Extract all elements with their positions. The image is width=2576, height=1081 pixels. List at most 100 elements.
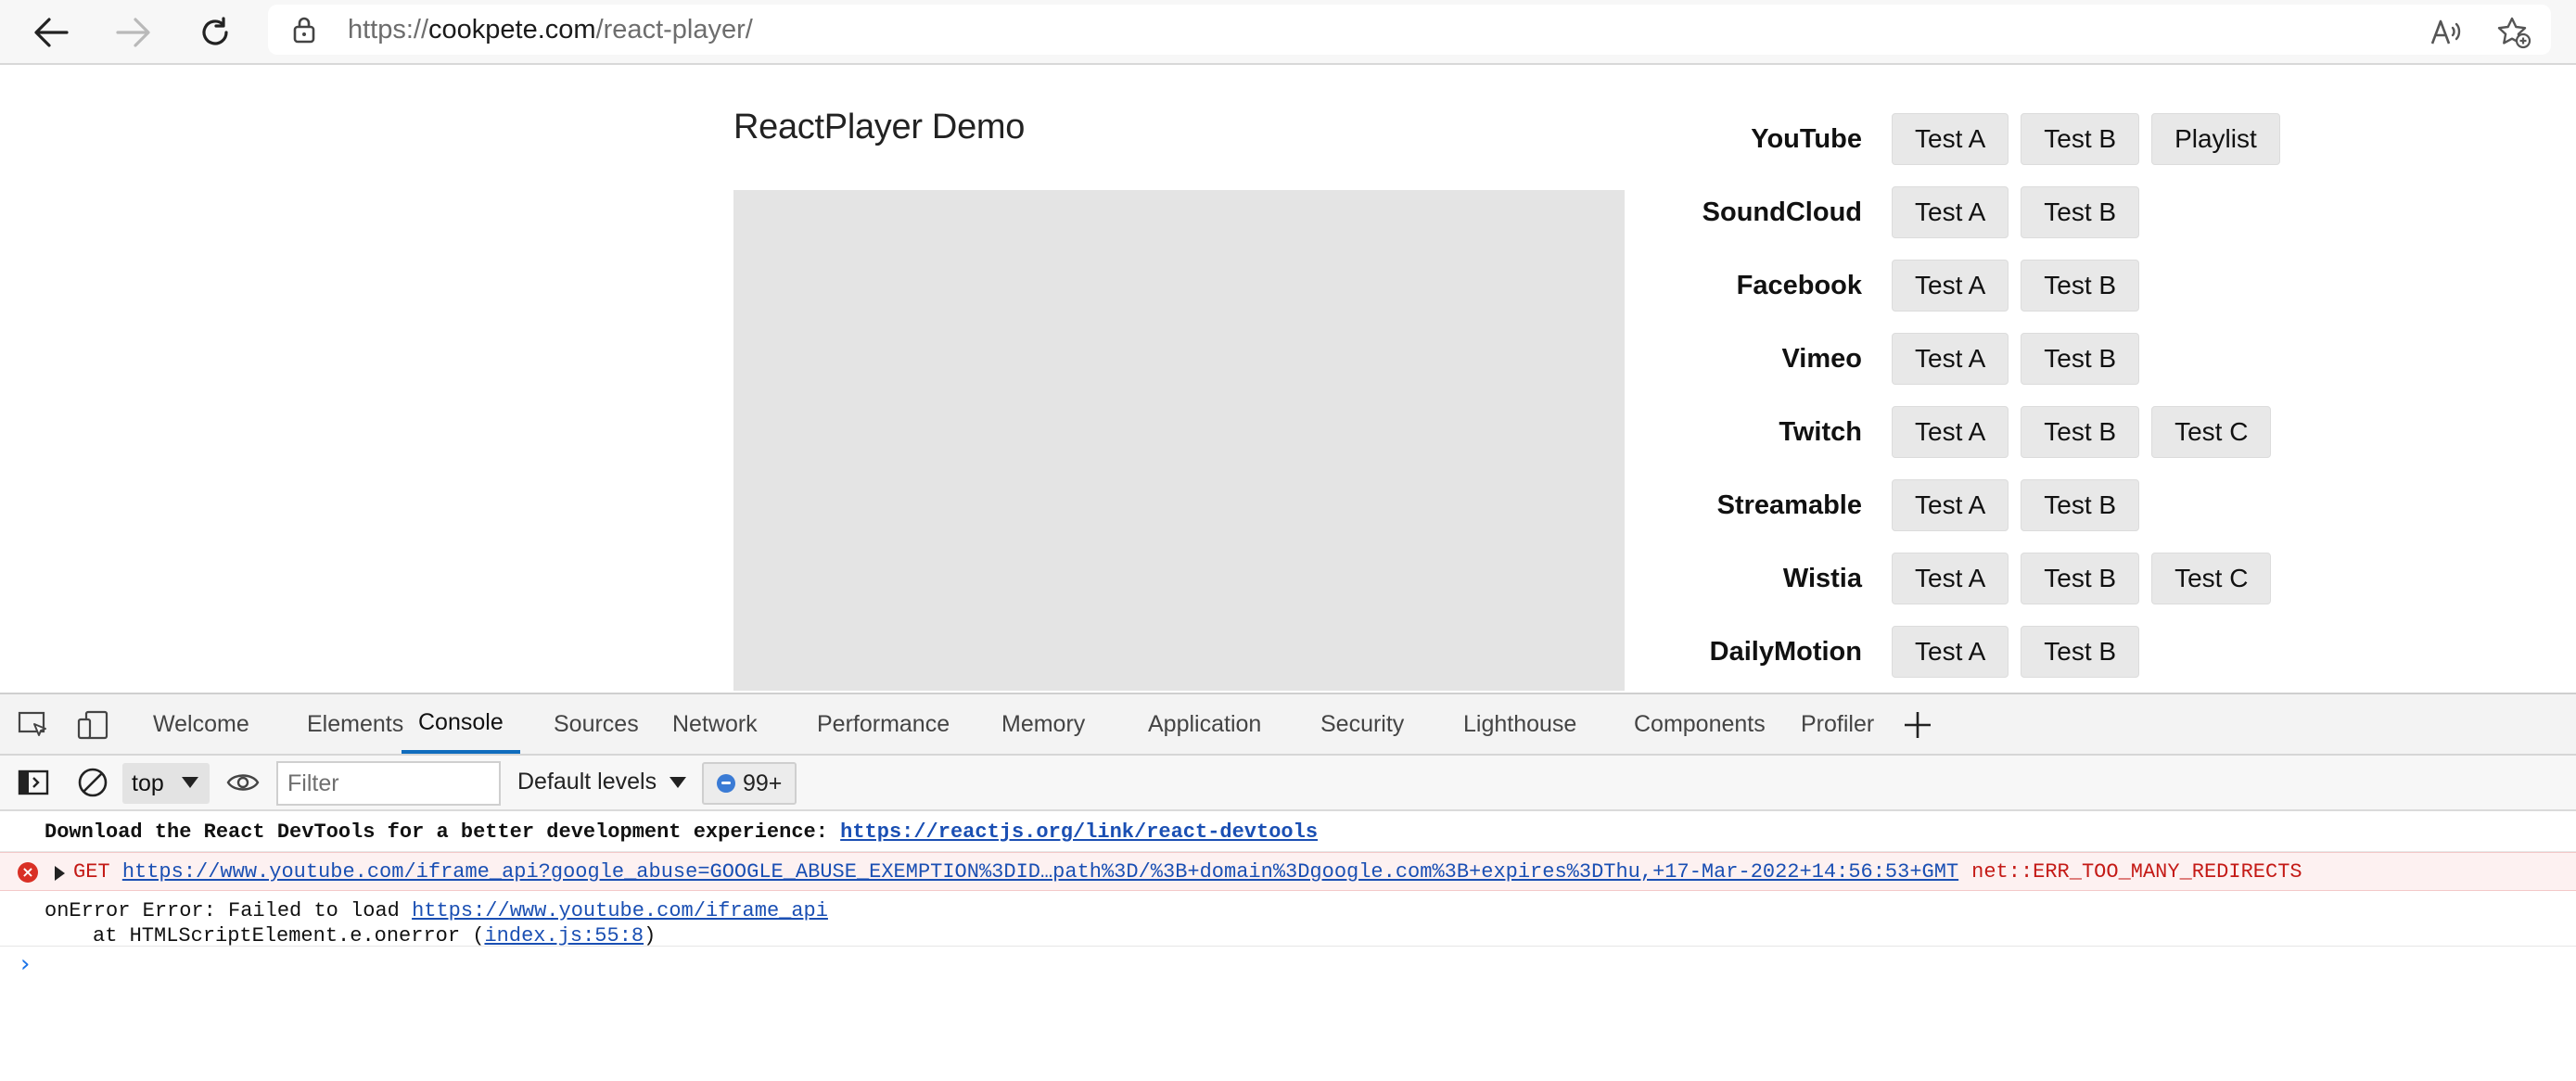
streamable-test-b-button[interactable]: Test B bbox=[2021, 479, 2140, 531]
expand-triangle-icon[interactable] bbox=[55, 866, 65, 881]
refresh-button[interactable] bbox=[188, 6, 242, 59]
live-expression-button[interactable] bbox=[224, 765, 261, 800]
vimeo-test-a-button[interactable]: Test A bbox=[1892, 333, 2009, 385]
refresh-icon bbox=[202, 17, 228, 45]
inspect-element-button[interactable] bbox=[15, 707, 52, 743]
tab-console[interactable]: Console bbox=[402, 694, 520, 754]
provider-label: Facebook bbox=[1736, 271, 1862, 300]
chevron-down-icon bbox=[182, 777, 198, 788]
message-bubble-icon bbox=[717, 774, 735, 793]
console-message-onerror: onError Error: Failed to load https://ww… bbox=[0, 891, 2576, 947]
source-location-link[interactable]: index.js:55:8 bbox=[484, 924, 644, 947]
tab-network[interactable]: Network bbox=[672, 694, 758, 754]
tab-performance[interactable]: Performance bbox=[817, 694, 950, 754]
youtube-test-a-button[interactable]: Test A bbox=[1892, 113, 2009, 165]
streamable-test-a-button[interactable]: Test A bbox=[1892, 479, 2009, 531]
devtools-panel: Welcome Elements Console Sources Network Perf… bbox=[0, 693, 2576, 1081]
provider-row-soundcloud: SoundCloud Test A Test B bbox=[1632, 186, 2467, 242]
context-selector[interactable]: top bbox=[122, 763, 210, 804]
clear-console-button[interactable] bbox=[74, 765, 111, 800]
onerror-text: onError Error: Failed to load bbox=[45, 899, 413, 922]
back-button[interactable] bbox=[24, 6, 78, 59]
tab-label: Console bbox=[418, 708, 504, 735]
tab-memory[interactable]: Memory bbox=[1001, 694, 1085, 754]
eye-icon bbox=[226, 774, 260, 791]
facebook-test-a-button[interactable]: Test A bbox=[1892, 260, 2009, 312]
sidebar-icon bbox=[18, 769, 49, 795]
twitch-test-b-button[interactable]: Test B bbox=[2021, 406, 2140, 458]
error-method: GET bbox=[73, 860, 122, 884]
browser-toolbar: https://cookpete.com/react-player/ bbox=[0, 0, 2576, 65]
provider-row-youtube: YouTube Test A Test B Playlist bbox=[1632, 113, 2467, 169]
console-message-error[interactable]: × GET https://www.youtube.com/iframe_api… bbox=[0, 852, 2576, 891]
soundcloud-test-a-button[interactable]: Test A bbox=[1892, 186, 2009, 238]
youtube-test-b-button[interactable]: Test B bbox=[2021, 113, 2140, 165]
wistia-test-c-button[interactable]: Test C bbox=[2151, 553, 2272, 604]
devtools-link[interactable]: https://reactjs.org/link/react-devtools bbox=[840, 820, 1318, 844]
provider-label: Wistia bbox=[1782, 564, 1862, 593]
device-emulation-button[interactable] bbox=[74, 707, 111, 743]
console-filter-input[interactable] bbox=[276, 761, 501, 806]
provider-buttons: Test A Test B bbox=[1892, 479, 2140, 531]
dailymotion-test-a-button[interactable]: Test A bbox=[1892, 626, 2009, 678]
tab-sources[interactable]: Sources bbox=[554, 694, 639, 754]
forward-arrow-icon bbox=[116, 18, 150, 47]
more-tools-button[interactable] bbox=[1899, 707, 1936, 743]
soundcloud-test-b-button[interactable]: Test B bbox=[2021, 186, 2140, 238]
tab-label: Profiler bbox=[1801, 710, 1875, 737]
context-label: top bbox=[132, 769, 164, 796]
provider-label: SoundCloud bbox=[1702, 197, 1862, 227]
page-title: ReactPlayer Demo bbox=[733, 108, 1026, 146]
video-player[interactable] bbox=[733, 190, 1625, 691]
youtube-playlist-button[interactable]: Playlist bbox=[2151, 113, 2280, 165]
tab-label: Network bbox=[672, 710, 758, 737]
iframe-api-link[interactable]: https://www.youtube.com/iframe_api bbox=[412, 899, 828, 922]
console-prompt-icon[interactable]: › bbox=[20, 950, 30, 978]
vimeo-test-b-button[interactable]: Test B bbox=[2021, 333, 2140, 385]
dailymotion-test-b-button[interactable]: Test B bbox=[2021, 626, 2140, 678]
favorites-button[interactable] bbox=[2489, 7, 2539, 57]
console-sidebar-toggle[interactable] bbox=[15, 765, 52, 800]
provider-label: Vimeo bbox=[1781, 344, 1862, 374]
provider-row-twitch: Twitch Test A Test B Test C bbox=[1632, 406, 2467, 462]
url-text: https://cookpete.com/react-player/ bbox=[348, 15, 753, 45]
provider-buttons: Test A Test B bbox=[1892, 626, 2140, 678]
tab-label: Welcome bbox=[153, 710, 249, 737]
tab-application[interactable]: Application bbox=[1148, 694, 1261, 754]
tab-components[interactable]: Components bbox=[1634, 694, 1766, 754]
read-aloud-button[interactable] bbox=[2421, 7, 2471, 57]
chevron-down-icon bbox=[670, 777, 687, 789]
provider-buttons: Test A Test B bbox=[1892, 186, 2140, 238]
inspect-icon bbox=[18, 711, 46, 736]
lock-icon bbox=[293, 17, 315, 44]
tab-elements[interactable]: Elements bbox=[307, 694, 403, 754]
error-code: net::ERR_TOO_MANY_REDIRECTS bbox=[1971, 860, 2302, 884]
provider-buttons: Test A Test B bbox=[1892, 333, 2140, 385]
provider-row-streamable: Streamable Test A Test B bbox=[1632, 479, 2467, 535]
tab-lighthouse[interactable]: Lighthouse bbox=[1463, 694, 1576, 754]
twitch-test-c-button[interactable]: Test C bbox=[2151, 406, 2272, 458]
tab-security[interactable]: Security bbox=[1320, 694, 1404, 754]
stack-close: ) bbox=[644, 924, 657, 947]
provider-row-dailymotion: DailyMotion Test A Test B bbox=[1632, 626, 2467, 681]
log-levels-dropdown[interactable]: Default levels bbox=[517, 769, 687, 795]
issues-count: 99+ bbox=[743, 769, 783, 796]
wistia-test-b-button[interactable]: Test B bbox=[2021, 553, 2140, 604]
log-levels-label: Default levels bbox=[517, 769, 657, 795]
tab-label: Security bbox=[1320, 710, 1405, 737]
issues-counter-button[interactable]: 99+ bbox=[702, 762, 797, 805]
tab-label: Components bbox=[1634, 710, 1766, 737]
forward-button[interactable] bbox=[107, 6, 160, 59]
error-icon: × bbox=[18, 862, 38, 883]
facebook-test-b-button[interactable]: Test B bbox=[2021, 260, 2140, 312]
provider-row-vimeo: Vimeo Test A Test B bbox=[1632, 333, 2467, 388]
tab-welcome[interactable]: Welcome bbox=[153, 694, 249, 754]
wistia-test-a-button[interactable]: Test A bbox=[1892, 553, 2009, 604]
tab-profiler[interactable]: Profiler bbox=[1801, 694, 1874, 754]
clear-icon bbox=[78, 768, 108, 797]
error-request-link[interactable]: https://www.youtube.com/iframe_api?googl… bbox=[122, 860, 1958, 884]
tab-label: Sources bbox=[554, 710, 639, 737]
twitch-test-a-button[interactable]: Test A bbox=[1892, 406, 2009, 458]
provider-buttons: Test A Test B Test C bbox=[1892, 406, 2272, 458]
address-bar[interactable]: https://cookpete.com/react-player/ bbox=[268, 5, 2551, 55]
